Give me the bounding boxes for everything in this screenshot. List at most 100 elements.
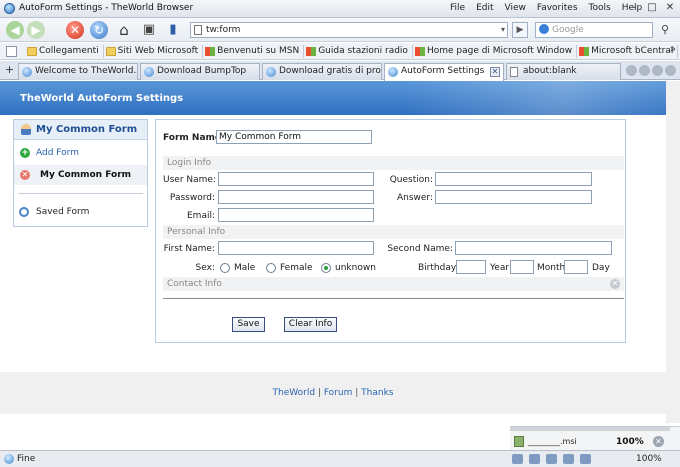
favorite-link[interactable]: Siti Web Microsoft (104, 44, 204, 58)
address-bar[interactable]: tw:form ▾ (190, 22, 508, 38)
menu-edit[interactable]: Edit (476, 3, 493, 13)
new-window-icon[interactable]: ▣ (140, 21, 158, 39)
windows-icon (205, 46, 216, 56)
installer-icon (514, 436, 524, 447)
stop-icon[interactable]: ✕ (66, 21, 84, 39)
sex-male-label: Male (234, 263, 256, 273)
sex-male-radio[interactable] (220, 263, 230, 273)
form-list-panel: My Common Form + Add Form ✕ My Common Fo… (13, 119, 148, 227)
footer-link-thanks[interactable]: Thanks (361, 388, 393, 398)
go-button[interactable]: ▶ (512, 22, 528, 38)
window-controls: – □ ✕ (628, 2, 676, 14)
close-download-icon[interactable]: ✕ (653, 436, 664, 447)
divider (18, 193, 143, 194)
user-name-label: User Name: (163, 175, 216, 185)
status-bar: Fine 100% (0, 450, 680, 467)
menu-favorites[interactable]: Favorites (537, 3, 578, 13)
page-content: TheWorld AutoForm Settings My Common For… (0, 81, 680, 423)
birthday-day-field[interactable] (564, 260, 588, 274)
sex-female-radio[interactable] (266, 263, 276, 273)
forward-icon[interactable]: ▶ (27, 21, 45, 39)
home-icon[interactable]: ⌂ (115, 21, 133, 39)
zoom-level[interactable]: 100% (636, 454, 662, 464)
tab-next-icon[interactable] (652, 65, 663, 76)
close-tab-icon[interactable]: ✕ (490, 67, 500, 77)
form-editor-panel: Form Name: My Common Form Login Info Use… (155, 119, 626, 343)
password-label: Password: (169, 193, 215, 203)
search-input[interactable]: Google (535, 22, 653, 38)
back-icon[interactable]: ◀ (6, 21, 24, 39)
search-icon[interactable]: ⚲ (656, 22, 674, 38)
menu-view[interactable]: View (505, 3, 526, 13)
popup-blocker-icon[interactable] (529, 454, 540, 464)
birthday-month-field[interactable] (510, 260, 534, 274)
birthday-year-field[interactable] (456, 260, 486, 274)
question-field[interactable] (435, 172, 592, 186)
close-icon[interactable]: ✕ (664, 2, 676, 14)
first-name-field[interactable] (218, 241, 374, 255)
favorite-link[interactable]: Collegamenti (25, 44, 104, 58)
save-button[interactable]: Save (232, 317, 265, 332)
tab-autoform-settings[interactable]: AutoForm Settings ✕ (384, 63, 504, 81)
theworld-logo-icon (4, 3, 15, 14)
delete-icon[interactable]: ✕ (20, 170, 30, 180)
contact-info-section: Contact Info ✕ (163, 277, 624, 291)
page-banner: TheWorld AutoForm Settings (0, 81, 666, 115)
footer-link-theworld[interactable]: TheWorld (273, 388, 316, 398)
form-name-field[interactable]: My Common Form (216, 130, 372, 144)
download-manager-icon[interactable] (512, 454, 523, 464)
banner-decoration (406, 81, 666, 115)
user-name-field[interactable] (218, 172, 374, 186)
chevron-right-icon[interactable]: » (670, 44, 676, 55)
favorite-link[interactable]: Guida stazioni radio (304, 44, 413, 58)
minimize-icon[interactable]: – (628, 2, 640, 14)
form-list-item[interactable]: ✕ My Common Form (14, 165, 147, 185)
email-field[interactable] (218, 208, 374, 222)
download-filename[interactable]: ________.msi (528, 437, 577, 446)
tools-icon[interactable] (563, 454, 574, 464)
favorite-link[interactable]: Benvenuti su MSN (203, 44, 305, 58)
user-icon (21, 124, 31, 135)
clear-info-button[interactable]: Clear Info (284, 317, 337, 332)
day-label: Day (592, 263, 610, 273)
ad-filter-icon[interactable] (580, 454, 591, 464)
tab-welcome[interactable]: Welcome to TheWorld... (18, 63, 138, 80)
tab-navigation (626, 65, 676, 76)
favorite-link[interactable]: Microsoft bCentral (577, 44, 679, 58)
refresh-icon[interactable]: ↻ (90, 21, 108, 39)
page-icon (510, 67, 518, 77)
page-footer: TheWorld | Forum | Thanks (0, 372, 666, 414)
maximize-icon[interactable]: □ (646, 2, 658, 14)
download-percent: 100% (616, 437, 644, 447)
saved-form-icon (19, 207, 29, 217)
first-name-label: First Name: (163, 244, 215, 254)
second-name-field[interactable] (455, 241, 612, 255)
folder-icon (27, 46, 37, 56)
tab-about-blank[interactable]: about:blank (506, 63, 621, 80)
answer-label: Answer: (396, 193, 433, 203)
page-icon (194, 25, 202, 35)
tab-download-gratis[interactable]: Download gratis di pro... (262, 63, 382, 80)
tab-list-icon[interactable] (626, 65, 637, 76)
chevron-down-icon[interactable]: ▾ (501, 23, 505, 37)
sex-unknown-radio[interactable] (321, 263, 331, 273)
tab-close-icon[interactable] (665, 65, 676, 76)
favorite-link[interactable]: Home page di Microsoft Window (413, 44, 578, 58)
footer-link-forum[interactable]: Forum (324, 388, 353, 398)
new-tab-icon[interactable]: + (3, 64, 16, 77)
menu-tools[interactable]: Tools (589, 3, 611, 13)
year-label: Year (490, 263, 510, 273)
password-field[interactable] (218, 190, 374, 204)
tab-download-bumptop[interactable]: Download BumpTop (140, 63, 260, 80)
vertical-scrollbar[interactable] (666, 81, 680, 423)
second-name-label: Second Name: (387, 244, 453, 254)
menu-file[interactable]: File (450, 3, 465, 13)
collapse-icon[interactable]: ✕ (610, 279, 620, 289)
answer-field[interactable] (435, 190, 592, 204)
favorites-toggle-icon[interactable] (6, 45, 17, 57)
saved-form-button[interactable]: Saved Form (14, 202, 147, 222)
security-icon[interactable] (546, 454, 557, 464)
tab-prev-icon[interactable] (639, 65, 650, 76)
add-form-button[interactable]: + Add Form (14, 143, 147, 163)
bookmarks-icon[interactable]: ▮ (164, 21, 182, 39)
